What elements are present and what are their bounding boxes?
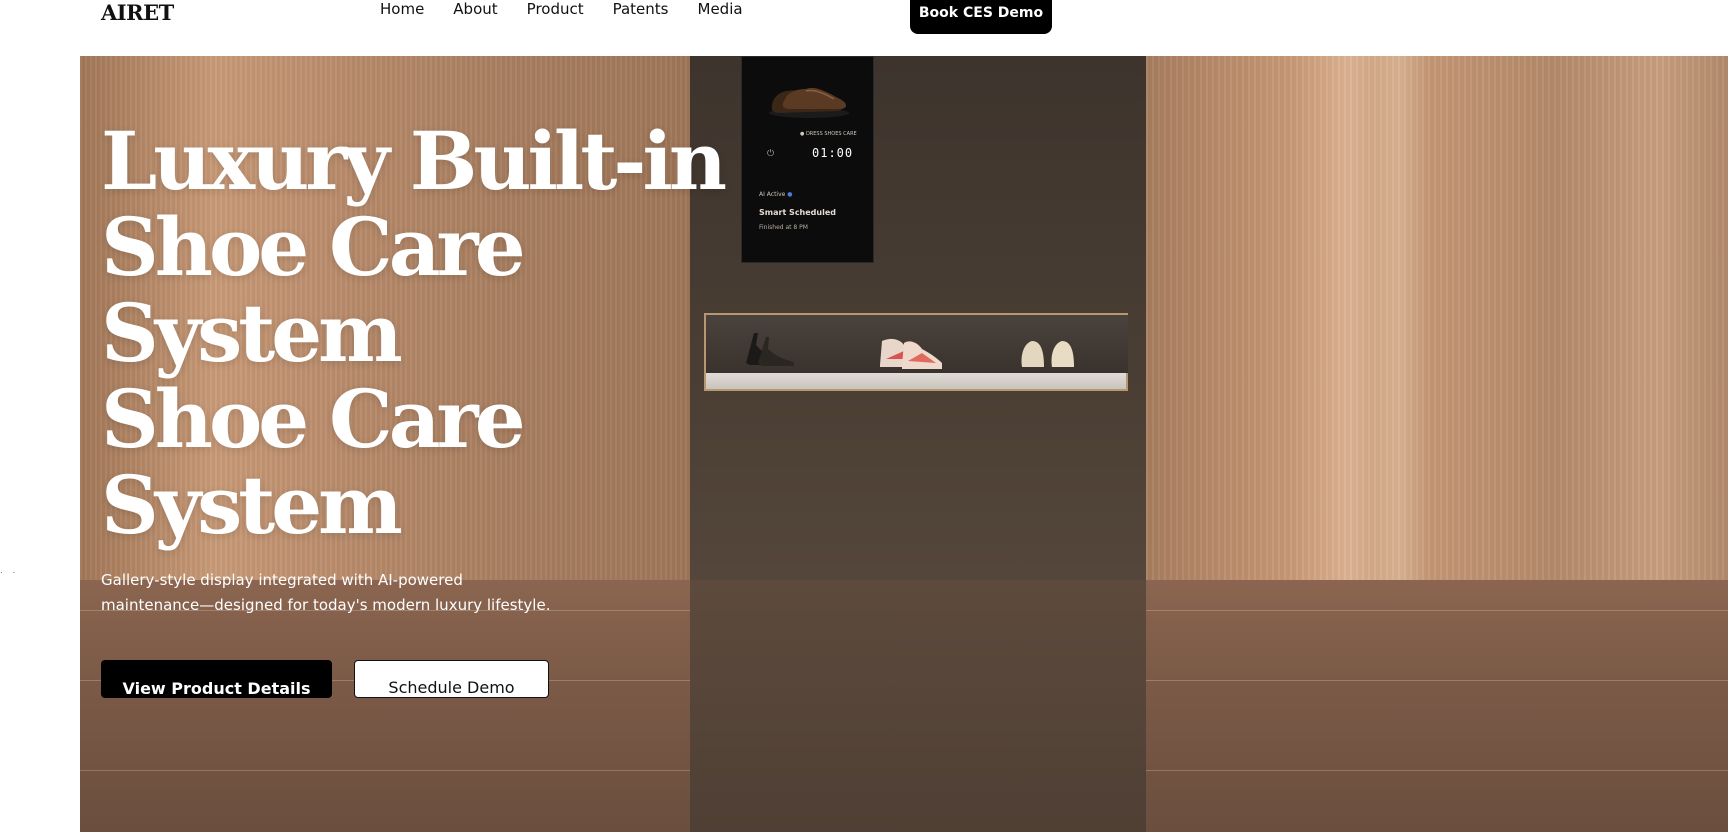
power-icon[interactable]: ⏻ xyxy=(767,149,774,159)
sneaker-icon xyxy=(880,338,942,369)
view-product-details-button[interactable]: View Product Details xyxy=(101,660,332,698)
hero-subtitle: Gallery-style display integrated with AI… xyxy=(101,571,551,614)
title-line: Shoe Care xyxy=(101,372,526,466)
brand-logo[interactable]: AIRET xyxy=(101,0,174,25)
shelf-base xyxy=(706,373,1126,389)
nav-about[interactable]: About xyxy=(453,0,497,18)
view-product-details-label: View Product Details xyxy=(122,679,311,698)
nav-media[interactable]: Media xyxy=(698,0,743,18)
status-dot-icon: ● xyxy=(787,191,793,198)
carousel-dots[interactable]: ·· xyxy=(0,568,25,577)
hero-wall-right xyxy=(1146,56,1728,588)
title-line: System xyxy=(101,286,403,380)
title-line: Luxury Built-in xyxy=(101,114,727,208)
dress-shoe-icon xyxy=(769,87,849,118)
control-screen: ● DRESS SHOES CARE ⏻ 01:00 AI Active ● S… xyxy=(741,56,874,263)
nav-patents[interactable]: Patents xyxy=(613,0,669,18)
ai-status: AI Active ● xyxy=(759,191,793,198)
nav-product[interactable]: Product xyxy=(527,0,584,18)
mode-label: ● DRESS SHOES CARE xyxy=(800,131,857,137)
shoe-shelf xyxy=(704,313,1128,391)
schedule-demo-button[interactable]: Schedule Demo xyxy=(354,660,549,698)
nav-home[interactable]: Home xyxy=(380,0,424,18)
shelf-cell xyxy=(846,315,987,373)
site-header: AIRET Home About Product Patents Media B… xyxy=(0,0,1728,56)
schedule-demo-label: Schedule Demo xyxy=(388,678,515,697)
schedule-detail: Finished at 8 PM xyxy=(759,224,808,231)
timer-readout: 01:00 xyxy=(812,146,854,160)
shelf-cell xyxy=(986,315,1128,373)
ai-status-label: AI Active xyxy=(759,191,786,198)
book-demo-button[interactable]: Book CES Demo xyxy=(910,0,1052,34)
loafer-icon xyxy=(1021,341,1074,367)
title-line: System xyxy=(101,458,403,552)
title-line: Shoe Care xyxy=(101,200,526,294)
hero-title: Luxury Built-in Shoe Care System Shoe Ca… xyxy=(101,118,741,548)
floor-reflection xyxy=(690,580,1146,832)
main-nav: Home About Product Patents Media xyxy=(380,0,772,18)
schedule-title: Smart Scheduled xyxy=(759,208,836,217)
hero-section: ● DRESS SHOES CARE ⏻ 01:00 AI Active ● S… xyxy=(80,56,1728,832)
